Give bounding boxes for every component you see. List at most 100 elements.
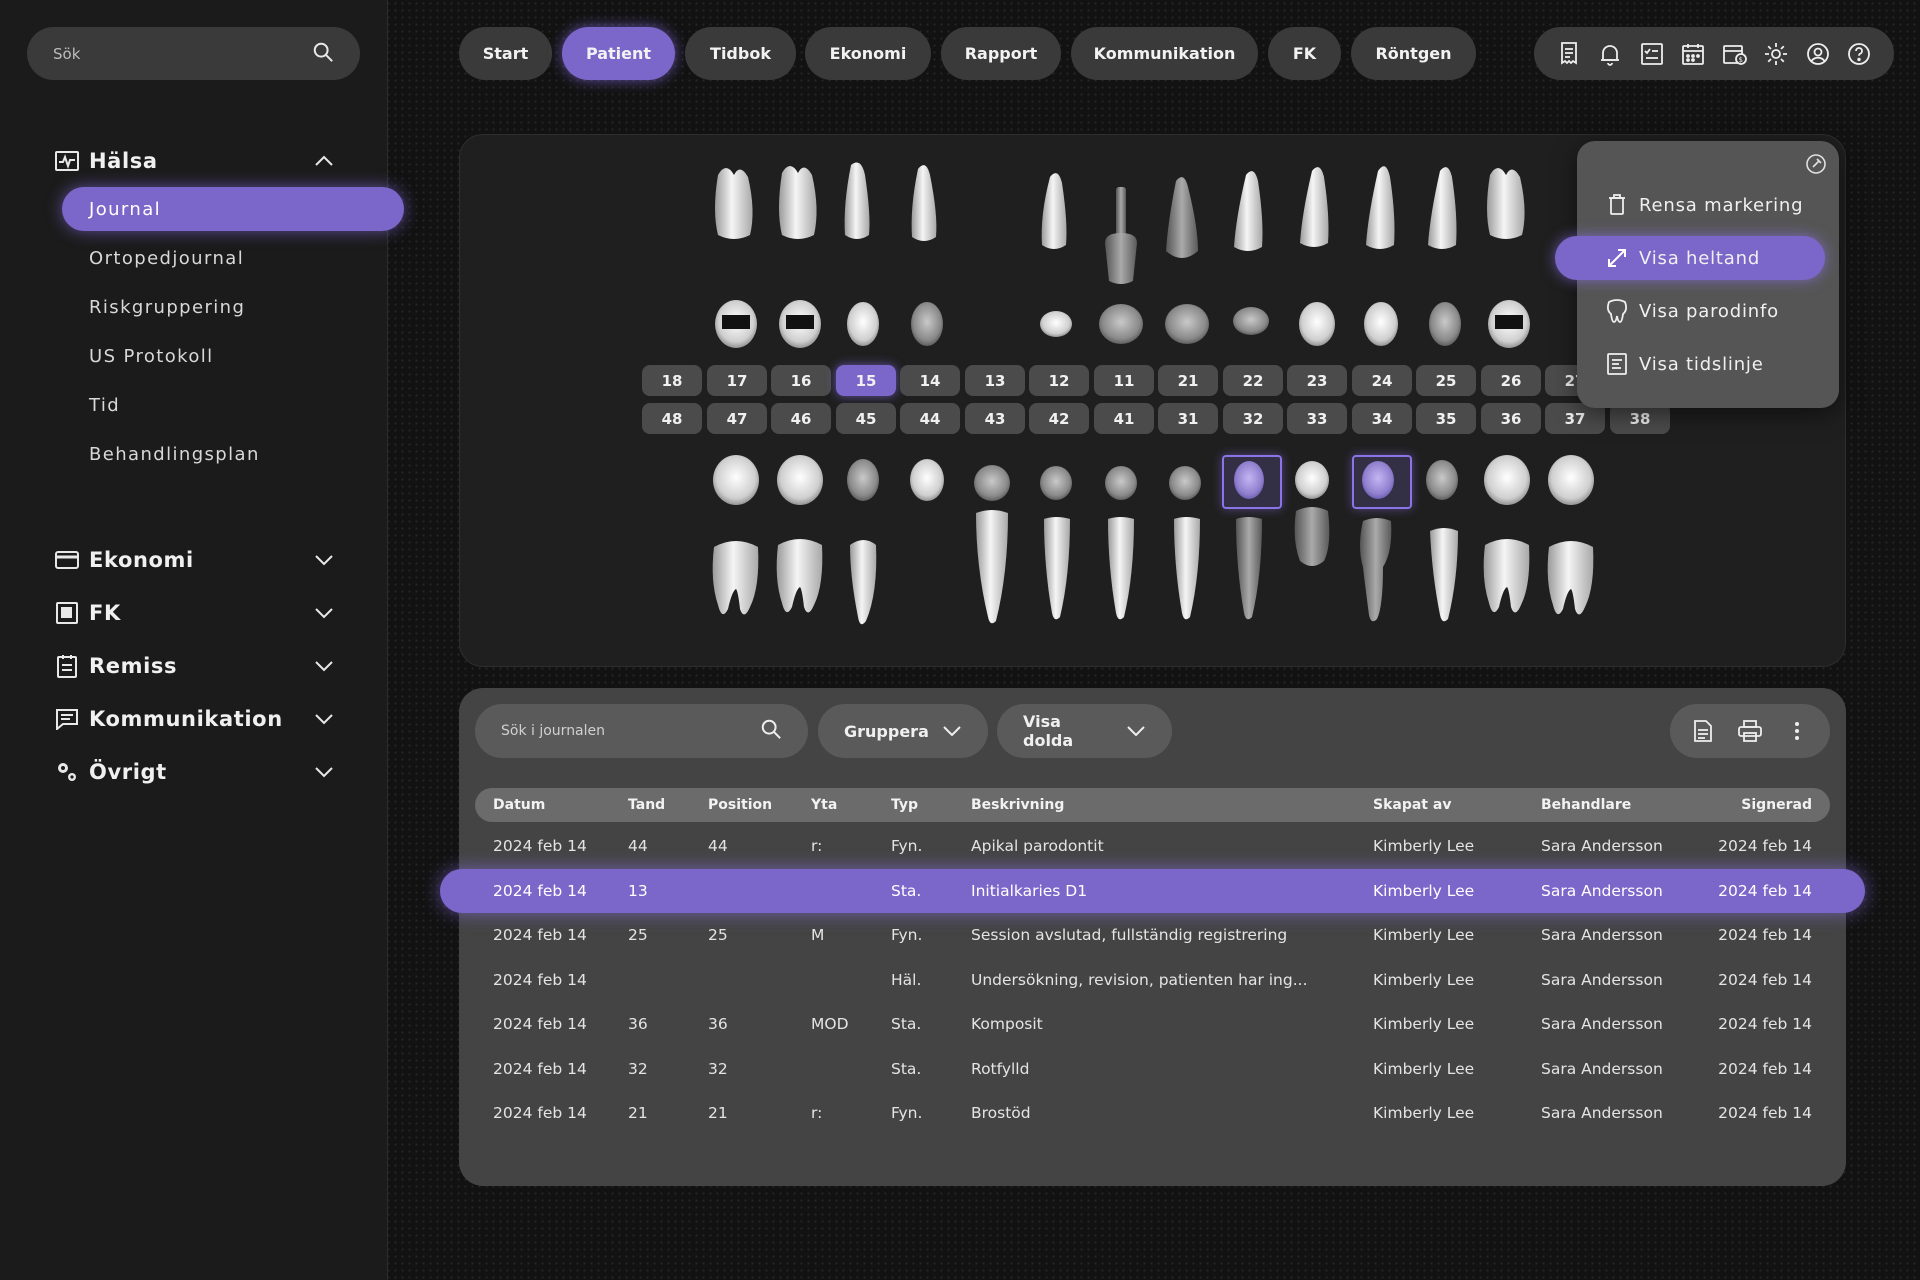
tab-kommunikation[interactable]: Kommunikation (1071, 27, 1258, 80)
section-ovrigt[interactable]: Övrigt (55, 757, 335, 787)
col-typ[interactable]: Typ (891, 788, 918, 822)
section-remiss[interactable]: Remiss (55, 651, 335, 681)
tooth-number-48[interactable]: 48 (642, 403, 702, 434)
col-datum[interactable]: Datum (493, 788, 545, 822)
table-row[interactable]: 2024 feb 14 32 32 Sta. Rotfylld Kimberly Lee S… (475, 1047, 1830, 1091)
bell-icon[interactable] (1597, 41, 1623, 67)
chevron-down-icon[interactable] (313, 655, 335, 677)
tooth-number-32[interactable]: 32 (1223, 403, 1283, 434)
tooth-number-22[interactable]: 22 (1223, 365, 1283, 396)
section-kommunikation[interactable]: Kommunikation (55, 704, 335, 734)
menu-item-rensa-markering[interactable]: Rensa markering (1555, 183, 1825, 227)
sidebar-item-tid[interactable]: Tid (62, 383, 404, 427)
tab-patient[interactable]: Patient (562, 27, 675, 80)
sidebar-item-journal[interactable]: Journal (62, 187, 404, 231)
pin-icon[interactable] (1805, 153, 1827, 175)
tooth-number-16[interactable]: 16 (771, 365, 831, 396)
tooth-number-14[interactable]: 14 (900, 365, 960, 396)
col-yta[interactable]: Yta (811, 788, 837, 822)
table-row[interactable]: 2024 feb 14 21 21 r: Fyn. Brostöd Kimberly Lee… (475, 1091, 1830, 1135)
tooth-number-12[interactable]: 12 (1029, 365, 1089, 396)
tooth-number-41[interactable]: 41 (1094, 403, 1154, 434)
tooth-number-34[interactable]: 34 (1352, 403, 1412, 434)
menu-item-visa-heltand[interactable]: Visa heltand (1555, 236, 1825, 280)
section-fk[interactable]: FK (55, 598, 335, 628)
tooth-number-11[interactable]: 11 (1094, 365, 1154, 396)
table-row[interactable]: 2024 feb 14 25 25 M Fyn. Session avslutad, fu… (475, 913, 1830, 957)
tooth-number-47[interactable]: 47 (707, 403, 767, 434)
search-icon[interactable] (312, 41, 334, 67)
tooth-number-35[interactable]: 35 (1416, 403, 1476, 434)
tooth-number-36[interactable]: 36 (1481, 403, 1541, 434)
tooth-number-46[interactable]: 46 (771, 403, 831, 434)
checklist-icon[interactable] (1639, 41, 1665, 67)
tooth-number-18[interactable]: 18 (642, 365, 702, 396)
col-signerad[interactable]: Signerad (1741, 788, 1812, 822)
section-halsa[interactable]: Hälsa (55, 146, 335, 176)
chevron-down-icon[interactable] (313, 708, 335, 730)
tooth-selection-32[interactable] (1222, 455, 1282, 509)
section-label: Kommunikation (89, 707, 283, 731)
receipt-icon[interactable] (1556, 41, 1582, 67)
tooth-number-13[interactable]: 13 (965, 365, 1025, 396)
group-dropdown[interactable]: Gruppera (818, 704, 988, 758)
tab-rontgen[interactable]: Röntgen (1351, 27, 1476, 80)
sidebar-item-ortopedjournal[interactable]: Ortopedjournal (62, 236, 404, 280)
col-position[interactable]: Position (708, 788, 772, 822)
sidebar-item-us-protokoll[interactable]: US Protokoll (62, 334, 404, 378)
table-row[interactable]: 2024 feb 14 Häl. Undersökning, revision, p… (475, 958, 1830, 1002)
tooth-number-15[interactable]: 15 (836, 365, 896, 396)
tooth-selection-34[interactable] (1352, 455, 1412, 509)
tooth-number-21[interactable]: 21 (1158, 365, 1218, 396)
chevron-down-icon[interactable] (313, 602, 335, 624)
table-row[interactable]: 2024 feb 14 44 44 r: Fyn. Apikal parodontit Ki… (475, 824, 1830, 868)
sidebar-item-behandlingsplan[interactable]: Behandlingsplan (62, 432, 404, 476)
tab-rapport[interactable]: Rapport (941, 27, 1061, 80)
table-row[interactable]: 2024 feb 14 36 36 MOD Sta. Komposit Kimberly L… (475, 1002, 1830, 1046)
col-tand[interactable]: Tand (628, 788, 665, 822)
user-icon[interactable] (1805, 41, 1831, 67)
col-behandlare[interactable]: Behandlare (1541, 788, 1631, 822)
table-row[interactable]: 2024 feb 14 13 Sta. Initialkaries D1 Kimberl… (440, 868, 1865, 913)
tooth-number-42[interactable]: 42 (1029, 403, 1089, 434)
chevron-down-icon[interactable] (313, 761, 335, 783)
table-cell-yta: r: (811, 1104, 823, 1122)
tooth-number-25[interactable]: 25 (1416, 365, 1476, 396)
tab-fk[interactable]: FK (1268, 27, 1341, 80)
help-icon[interactable] (1846, 41, 1872, 67)
search-icon[interactable] (760, 718, 782, 744)
tab-start[interactable]: Start (459, 27, 552, 80)
section-ekonomi[interactable]: Ekonomi (55, 545, 335, 575)
calendar-money-icon[interactable]: $ (1722, 41, 1748, 67)
tooth-number-17[interactable]: 17 (707, 365, 767, 396)
tooth-number-23[interactable]: 23 (1287, 365, 1347, 396)
tooth-number-44[interactable]: 44 (900, 403, 960, 434)
calendar-icon[interactable] (1680, 41, 1706, 67)
document-icon[interactable] (1690, 718, 1716, 744)
journal-search-input[interactable]: Sök i journalen (475, 704, 808, 758)
menu-item-visa-tidslinje[interactable]: Visa tidslinje (1555, 342, 1825, 386)
tooth-number-31[interactable]: 31 (1158, 403, 1218, 434)
tooth-number-33[interactable]: 33 (1287, 403, 1347, 434)
tooth-number-26[interactable]: 26 (1481, 365, 1541, 396)
tooth-number-45[interactable]: 45 (836, 403, 896, 434)
print-icon[interactable] (1737, 718, 1763, 744)
chevron-down-icon[interactable] (313, 549, 335, 571)
table-cell-beskrivning: Initialkaries D1 (971, 881, 1088, 900)
fk-icon (55, 601, 79, 625)
sidebar: Sök Hälsa Journal Ortopedjournal Riskgru… (0, 0, 404, 1280)
sidebar-search[interactable]: Sök (27, 27, 360, 80)
tab-tidbok[interactable]: Tidbok (685, 27, 796, 80)
settings-icon[interactable] (1763, 41, 1789, 67)
sidebar-item-riskgruppering[interactable]: Riskgruppering (62, 285, 404, 329)
more-vertical-icon[interactable] (1784, 718, 1810, 744)
tooth-number-24[interactable]: 24 (1352, 365, 1412, 396)
col-beskrivning[interactable]: Beskrivning (971, 788, 1064, 822)
tooth-number-43[interactable]: 43 (965, 403, 1025, 434)
col-skapat-av[interactable]: Skapat av (1373, 788, 1451, 822)
top-icon-bar: $ (1534, 27, 1894, 80)
tab-ekonomi[interactable]: Ekonomi (805, 27, 931, 80)
chevron-up-icon[interactable] (313, 150, 335, 172)
hidden-dropdown[interactable]: Visa dolda (997, 704, 1172, 758)
menu-item-visa-parodinfo[interactable]: Visa parodinfo (1555, 289, 1825, 333)
